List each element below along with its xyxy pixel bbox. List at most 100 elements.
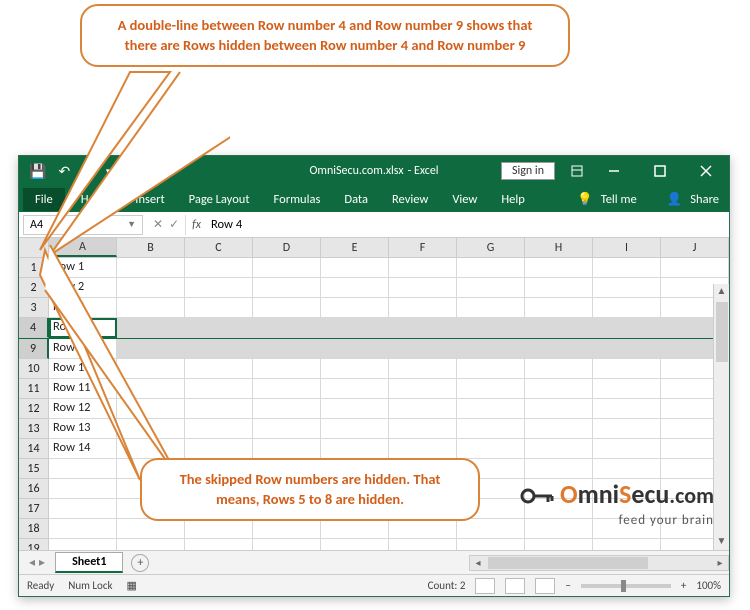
cell[interactable] (253, 298, 321, 318)
cell[interactable] (389, 298, 457, 318)
name-box[interactable]: A4 ▼ (23, 215, 143, 235)
zoom-level[interactable]: 100% (696, 579, 721, 592)
cell[interactable] (457, 419, 525, 439)
minimize-button[interactable] (591, 156, 637, 186)
tab-formulas[interactable]: Formulas (262, 188, 333, 211)
cell[interactable] (321, 539, 389, 550)
macro-record-icon[interactable]: ▦ (127, 579, 137, 592)
cell[interactable] (525, 258, 593, 278)
cell[interactable] (49, 539, 117, 550)
tab-page-layout[interactable]: Page Layout (177, 188, 262, 211)
column-header-I[interactable]: I (593, 238, 661, 257)
cell[interactable] (457, 379, 525, 399)
cell[interactable] (253, 278, 321, 298)
tab-file[interactable]: File (23, 188, 65, 211)
tab-help[interactable]: Help (489, 188, 536, 211)
cell[interactable] (389, 399, 457, 419)
cell[interactable] (253, 539, 321, 550)
cell[interactable] (457, 519, 525, 539)
redo-icon[interactable]: ↷ (82, 163, 94, 180)
new-sheet-button[interactable]: + (131, 554, 149, 572)
row-header[interactable]: 4 (19, 318, 49, 338)
cell[interactable] (321, 379, 389, 399)
cell[interactable] (593, 359, 661, 379)
cell[interactable] (457, 318, 525, 338)
column-header-H[interactable]: H (525, 238, 593, 257)
row-header[interactable]: 16 (19, 479, 49, 499)
cell[interactable] (117, 258, 185, 278)
cell[interactable] (389, 339, 457, 359)
cell[interactable] (457, 339, 525, 359)
horizontal-scrollbar[interactable]: ◂ ▸ (469, 555, 729, 571)
cell[interactable] (593, 439, 661, 459)
cell[interactable] (457, 399, 525, 419)
maximize-button[interactable] (637, 156, 683, 186)
cell[interactable] (185, 419, 253, 439)
cell[interactable] (457, 539, 525, 550)
cell[interactable] (389, 278, 457, 298)
cell[interactable] (389, 359, 457, 379)
cell[interactable] (389, 258, 457, 278)
cell[interactable] (525, 298, 593, 318)
hscroll-thumb[interactable] (488, 557, 648, 569)
cell[interactable] (117, 339, 185, 359)
cell[interactable]: Row 3 (49, 298, 117, 318)
row-header[interactable]: 10 (19, 359, 49, 379)
cell[interactable] (117, 439, 185, 459)
insert-function-icon[interactable]: fx (186, 218, 207, 232)
row-header[interactable]: 17 (19, 499, 49, 519)
cell[interactable] (253, 399, 321, 419)
cell[interactable] (253, 519, 321, 539)
cell[interactable] (185, 379, 253, 399)
view-normal-icon[interactable] (475, 578, 495, 594)
cell[interactable] (321, 519, 389, 539)
row-header[interactable]: 11 (19, 379, 49, 399)
cell[interactable] (593, 278, 661, 298)
view-page-layout-icon[interactable] (505, 578, 525, 594)
cell[interactable]: Row 4 (49, 318, 117, 338)
cell[interactable] (117, 379, 185, 399)
cell[interactable] (525, 419, 593, 439)
cell[interactable] (661, 258, 729, 278)
cell[interactable] (49, 519, 117, 539)
cell[interactable] (389, 419, 457, 439)
cell[interactable] (185, 278, 253, 298)
cell[interactable] (457, 359, 525, 379)
cell[interactable] (253, 419, 321, 439)
cell[interactable] (185, 519, 253, 539)
cell[interactable] (321, 399, 389, 419)
cell[interactable] (389, 379, 457, 399)
cell[interactable] (185, 298, 253, 318)
column-header-B[interactable]: B (117, 238, 185, 257)
cell[interactable] (253, 258, 321, 278)
save-icon[interactable]: 💾 (29, 163, 46, 180)
cell[interactable] (185, 439, 253, 459)
cell[interactable] (321, 318, 389, 338)
scroll-right-icon[interactable]: ▸ (712, 556, 728, 569)
cell[interactable] (593, 399, 661, 419)
cell[interactable]: Row 9 (49, 339, 117, 359)
row-header[interactable]: 14 (19, 439, 49, 459)
tab-data[interactable]: Data (332, 188, 380, 211)
tab-home[interactable]: Home (69, 188, 124, 211)
cell[interactable] (457, 439, 525, 459)
share-label[interactable]: Share (690, 192, 719, 207)
cell[interactable] (389, 519, 457, 539)
cell[interactable] (185, 318, 253, 338)
sign-in-button[interactable]: Sign in (501, 162, 555, 180)
enter-formula-icon[interactable]: ✓ (169, 217, 179, 232)
zoom-in-icon[interactable]: + (681, 579, 686, 592)
tab-insert[interactable]: Insert (123, 188, 176, 211)
row-header[interactable]: 12 (19, 399, 49, 419)
row-header[interactable]: 19 (19, 539, 49, 550)
share-icon[interactable]: 👤 (667, 192, 683, 207)
cell[interactable] (593, 298, 661, 318)
cell[interactable] (321, 419, 389, 439)
cell[interactable] (185, 339, 253, 359)
close-button[interactable] (683, 156, 729, 186)
vertical-scrollbar[interactable]: ▲ ▼ (713, 284, 729, 550)
cell[interactable]: Row 13 (49, 419, 117, 439)
column-header-A[interactable]: A (49, 238, 117, 257)
cell[interactable] (457, 258, 525, 278)
cell[interactable] (593, 379, 661, 399)
